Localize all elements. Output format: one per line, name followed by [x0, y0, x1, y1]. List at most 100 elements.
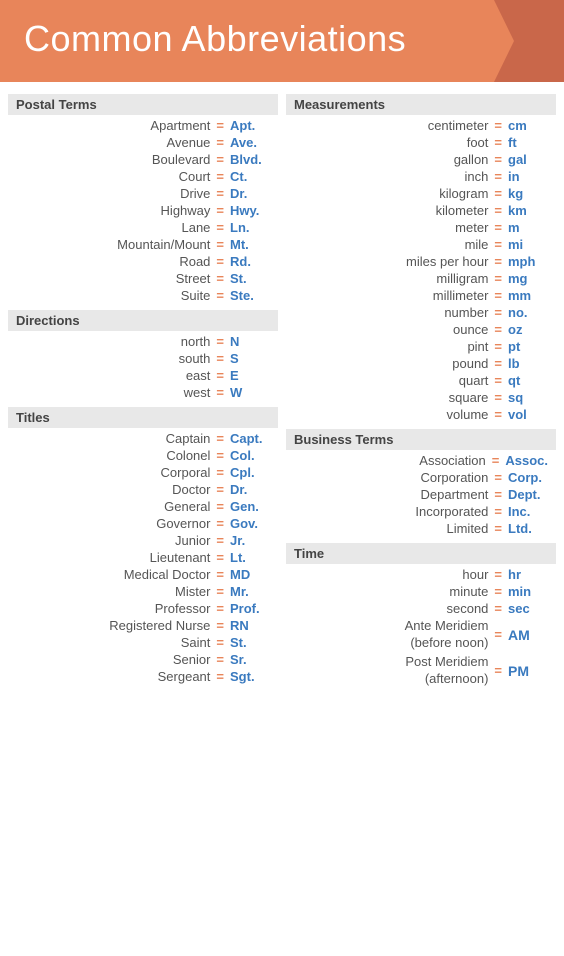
- equals-sign: =: [494, 504, 502, 519]
- abbreviation-label: gal: [508, 152, 548, 167]
- term-label: Governor: [16, 516, 210, 531]
- equals-sign: =: [216, 584, 224, 599]
- abbreviation-label: cm: [508, 118, 548, 133]
- equals-sign: =: [216, 351, 224, 366]
- equals-sign: =: [494, 169, 502, 184]
- abbreviation-label: lb: [508, 356, 548, 371]
- main-content: Postal Terms Apartment=Apt.Avenue=Ave.Bo…: [0, 82, 564, 701]
- term-label: Mister: [16, 584, 210, 599]
- term-label: east: [16, 368, 210, 383]
- equals-sign: =: [494, 407, 502, 422]
- table-row: pint=pt: [286, 338, 556, 355]
- table-row: Captain=Capt.: [8, 430, 278, 447]
- table-row: Department=Dept.: [286, 486, 556, 503]
- term-label: south: [16, 351, 210, 366]
- term-label: Colonel: [16, 448, 210, 463]
- table-row: Saint=St.: [8, 634, 278, 651]
- equals-sign: =: [216, 499, 224, 514]
- abbreviation-label: Rd.: [230, 254, 270, 269]
- table-row: Highway=Hwy.: [8, 202, 278, 219]
- term-label: Incorporated: [294, 504, 488, 519]
- table-row: millimeter=mm: [286, 287, 556, 304]
- equals-sign: =: [216, 669, 224, 684]
- abbreviation-label: min: [508, 584, 548, 599]
- table-row: Drive=Dr.: [8, 185, 278, 202]
- abbreviation-label: mi: [508, 237, 548, 252]
- term-label: Department: [294, 487, 488, 502]
- table-row: square=sq: [286, 389, 556, 406]
- equals-sign: =: [216, 550, 224, 565]
- abbreviation-label: MD: [230, 567, 270, 582]
- equals-sign: =: [216, 482, 224, 497]
- term-label: quart: [294, 373, 488, 388]
- term-label-multi: Post Meridiem(afternoon): [294, 654, 488, 688]
- table-row: centimeter=cm: [286, 117, 556, 134]
- table-row: Medical Doctor=MD: [8, 566, 278, 583]
- abbreviation-label: Lt.: [230, 550, 270, 565]
- table-row: kilometer=km: [286, 202, 556, 219]
- abbreviation-label: Ln.: [230, 220, 270, 235]
- abbreviation-label: Dr.: [230, 186, 270, 201]
- term-label: Street: [16, 271, 210, 286]
- equals-sign: =: [216, 220, 224, 235]
- abbreviation-label: pt: [508, 339, 548, 354]
- term-label: Association: [294, 453, 486, 468]
- term-label: volume: [294, 407, 488, 422]
- abbreviation-label: Ave.: [230, 135, 270, 150]
- equals-sign: =: [494, 663, 502, 678]
- table-row: volume=vol: [286, 406, 556, 423]
- term-label: Lane: [16, 220, 210, 235]
- term-label: Doctor: [16, 482, 210, 497]
- equals-sign: =: [494, 220, 502, 235]
- equals-sign: =: [494, 118, 502, 133]
- equals-sign: =: [216, 368, 224, 383]
- table-row: Limited=Ltd.: [286, 520, 556, 537]
- table-row: Professor=Prof.: [8, 600, 278, 617]
- table-row: Road=Rd.: [8, 253, 278, 270]
- equals-sign: =: [216, 635, 224, 650]
- equals-sign: =: [216, 118, 224, 133]
- term-label: north: [16, 334, 210, 349]
- left-column: Postal Terms Apartment=Apt.Avenue=Ave.Bo…: [8, 94, 278, 689]
- term-label: square: [294, 390, 488, 405]
- equals-sign: =: [216, 334, 224, 349]
- term-label: Sergeant: [16, 669, 210, 684]
- term-label: Corporation: [294, 470, 488, 485]
- term-label: minute: [294, 584, 488, 599]
- table-row: east=E: [8, 367, 278, 384]
- abbreviation-label: qt: [508, 373, 548, 388]
- abbreviation-label: Jr.: [230, 533, 270, 548]
- table-row: Lieutenant = Lt.: [8, 549, 278, 566]
- abbreviation-label: m: [508, 220, 548, 235]
- table-row: Doctor=Dr.: [8, 481, 278, 498]
- term-label: Registered Nurse: [16, 618, 210, 633]
- abbreviation-label: Ste.: [230, 288, 270, 303]
- term-label-multi: Ante Meridiem(before noon): [294, 618, 488, 652]
- equals-sign: =: [216, 152, 224, 167]
- term-label: millimeter: [294, 288, 488, 303]
- term-label: pound: [294, 356, 488, 371]
- equals-sign: =: [216, 203, 224, 218]
- term-label: Lieutenant: [16, 550, 210, 565]
- equals-sign: =: [216, 448, 224, 463]
- equals-sign: =: [494, 487, 502, 502]
- equals-sign: =: [494, 373, 502, 388]
- table-row: kilogram=kg: [286, 185, 556, 202]
- term-label: Corporal: [16, 465, 210, 480]
- business-terms-list: Association=Assoc.Corporation=Corp.Depar…: [286, 452, 556, 537]
- term-label: foot: [294, 135, 488, 150]
- abbreviation-label: Mr.: [230, 584, 270, 599]
- abbreviation-label: Ct.: [230, 169, 270, 184]
- equals-sign: =: [216, 618, 224, 633]
- table-row: north=N: [8, 333, 278, 350]
- abbreviation-label: Sr.: [230, 652, 270, 667]
- table-row: Mister = Mr.: [8, 583, 278, 600]
- time-simple-list: hour=hrminute=minsecond=sec: [286, 566, 556, 617]
- postal-terms-list: Apartment=Apt.Avenue=Ave.Boulevard=Blvd.…: [8, 117, 278, 304]
- table-row: Lane = Ln.: [8, 219, 278, 236]
- table-row: Suite=Ste.: [8, 287, 278, 304]
- directions-header: Directions: [8, 310, 278, 331]
- abbreviation-label: Prof.: [230, 601, 270, 616]
- equals-sign: =: [494, 288, 502, 303]
- term-label: milligram: [294, 271, 488, 286]
